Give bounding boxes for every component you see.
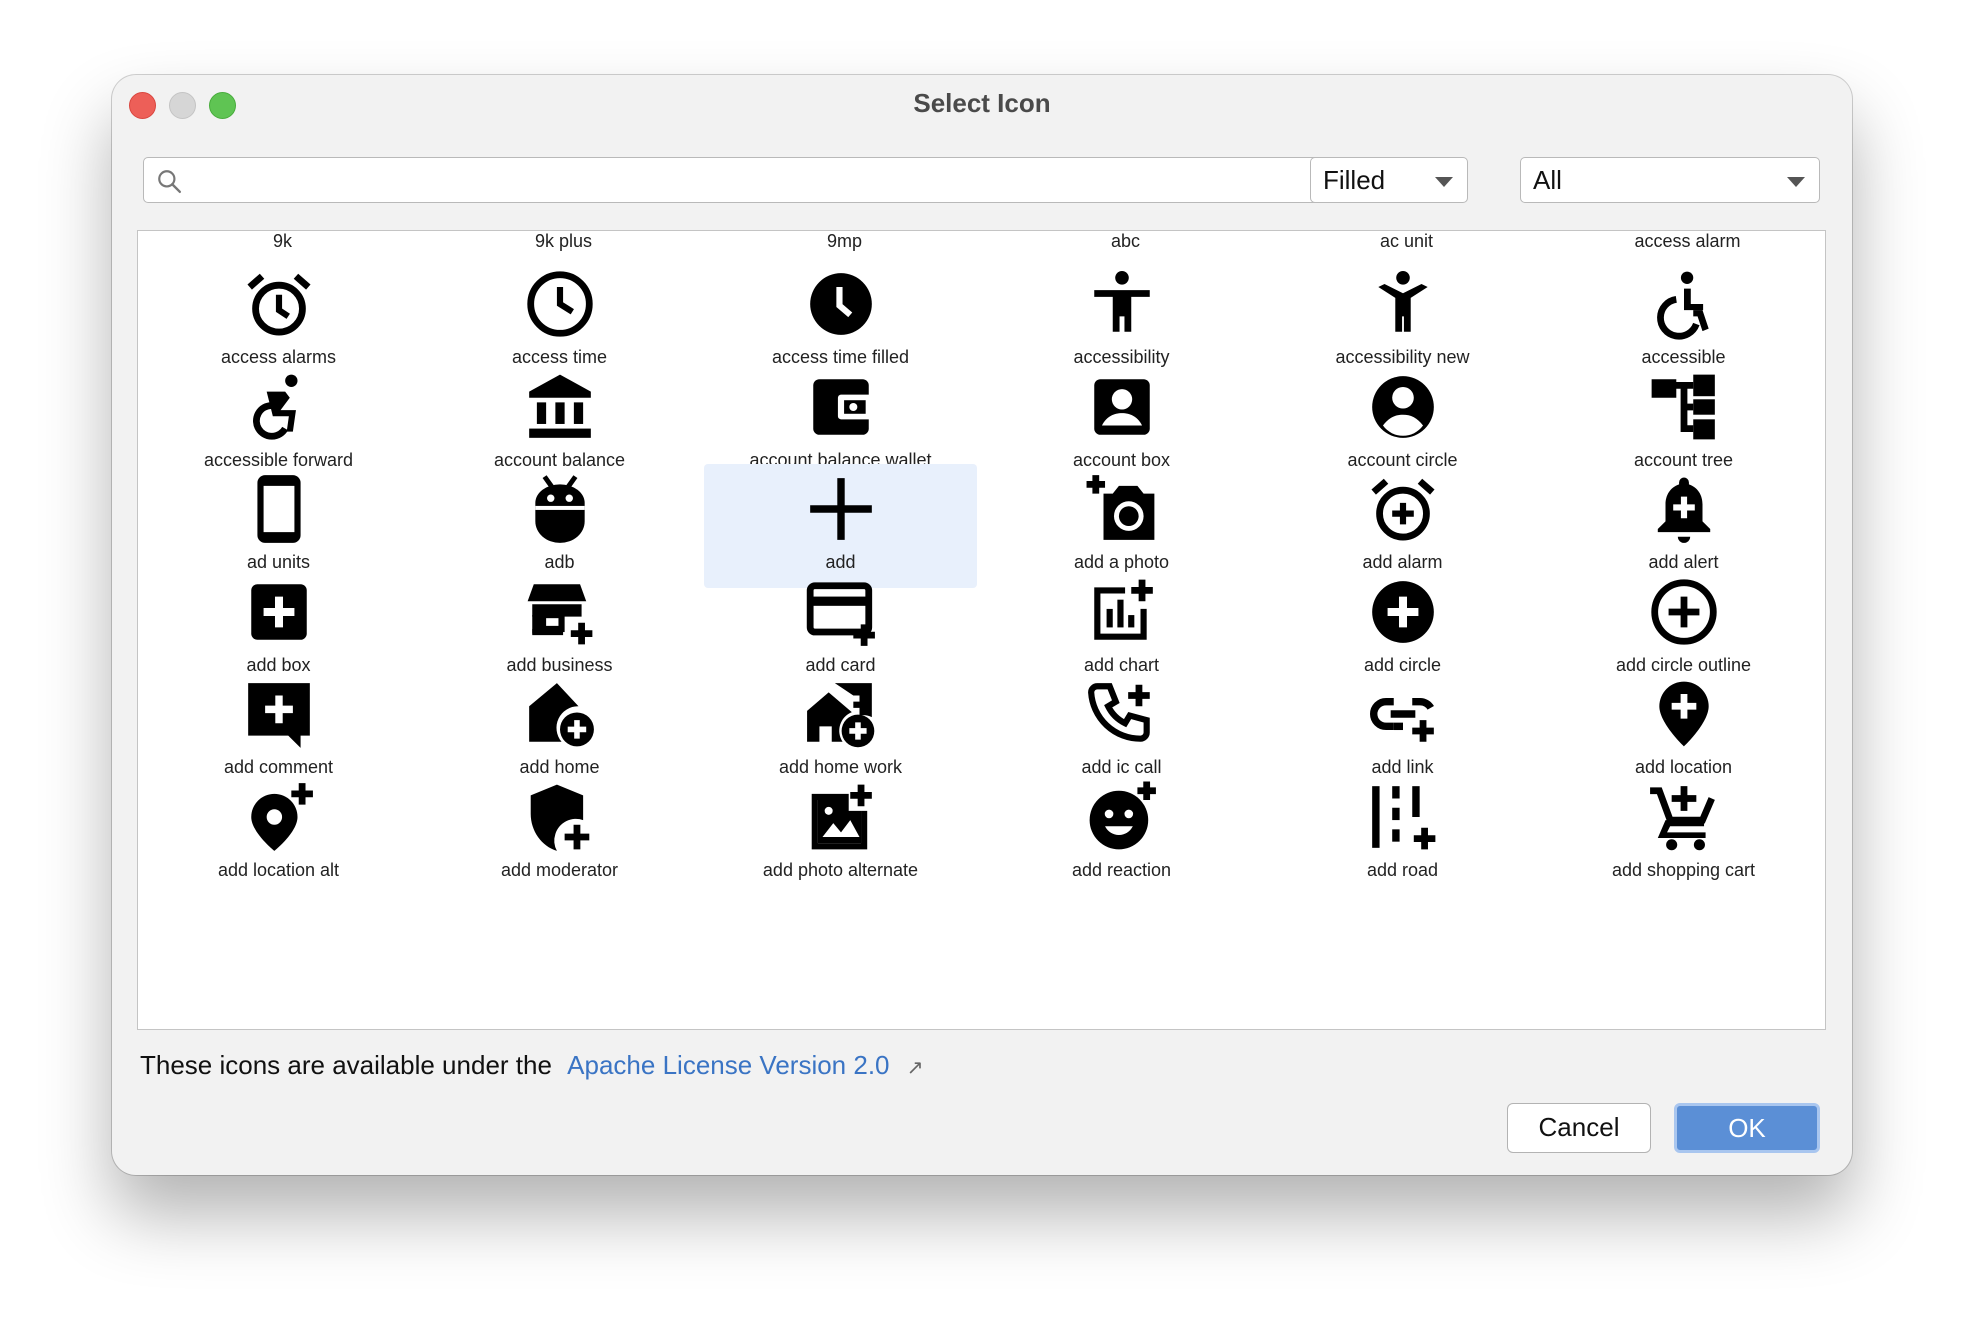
chevron-down-icon [1787,177,1805,187]
ok-button[interactable]: OK [1674,1103,1820,1153]
wallet-icon [804,370,878,444]
style-dropdown[interactable]: Filled [1310,157,1468,203]
partial-row-label: abc [1110,231,1141,251]
icon-cell-add-photo-alternate[interactable]: add photo alternate [704,772,977,896]
wheelchair-forward-icon [242,370,316,444]
cancel-button[interactable]: Cancel [1507,1103,1651,1153]
icon-label: add location alt [217,859,340,880]
accessibility-icon [1085,267,1159,341]
account-box-icon [1085,370,1159,444]
shield-plus-icon [523,780,597,854]
circle-plus-outline-icon [1647,575,1721,649]
icon-label: add moderator [500,859,619,880]
clock-outline-icon [523,267,597,341]
partial-row-label: access alarm [1634,231,1741,251]
style-dropdown-value: Filled [1323,165,1386,195]
reaction-plus-icon [1085,780,1159,854]
partial-row-label: ac unit [1379,231,1434,251]
search-icon [156,168,182,194]
alarm-icon [242,267,316,341]
link-plus-icon [1366,677,1440,751]
bank-icon [523,370,597,444]
cart-plus-icon [1647,780,1721,854]
search-field[interactable] [143,157,1408,203]
circle-plus-icon [1366,575,1440,649]
call-plus-icon [1085,677,1159,751]
location-alt-plus-icon [242,780,316,854]
icon-label: add reaction [1071,859,1172,880]
dialog-title: Select Icon [913,88,1051,118]
select-icon-dialog: Select Icon Filled All 9k 9k plus 9mp abc ac… [112,75,1852,1175]
accessibility-new-icon [1366,267,1440,341]
external-link-icon: ↗ [906,1057,924,1079]
bell-plus-icon [1647,472,1721,546]
icon-grid[interactable]: 9k 9k plus 9mp abc ac unit access alarm acces… [137,230,1826,1030]
tree-icon [1647,370,1721,444]
home-work-plus-icon [804,677,878,751]
icon-label: add road [1366,859,1439,880]
account-circle-icon [1366,370,1440,444]
chevron-down-icon [1435,177,1453,187]
box-plus-icon [242,575,316,649]
phone-icon [242,472,316,546]
category-dropdown-value: All [1533,165,1562,195]
partial-row-label: 9mp [826,231,862,251]
icon-cell-add-reaction[interactable]: add reaction [985,772,1258,896]
partial-row-label: 9k plus [534,231,593,251]
camera-plus-icon [1085,472,1159,546]
comment-plus-icon [242,677,316,751]
search-input[interactable] [194,160,1398,200]
partial-row-labels: 9k 9k plus 9mp abc ac unit access alarm [138,231,1825,259]
store-plus-icon [523,575,597,649]
license-text: These icons are available under the [140,1050,552,1080]
icon-cell-add-location-alt[interactable]: add location alt [142,772,415,896]
road-plus-icon [1366,780,1440,854]
home-plus-icon [523,677,597,751]
partial-row-label: 9k [272,231,292,251]
category-dropdown[interactable]: All [1520,157,1820,203]
android-icon [523,472,597,546]
icon-cell-add-moderator[interactable]: add moderator [423,772,696,896]
title-bar: Select Icon [112,75,1852,133]
card-plus-icon [804,575,878,649]
location-plus-icon [1647,677,1721,751]
icon-cell-add-shopping-cart[interactable]: add shopping cart [1547,772,1820,896]
icon-cell-add-road[interactable]: add road [1266,772,1539,896]
alarm-plus-icon [1366,472,1440,546]
wheelchair-icon [1647,267,1721,341]
chart-plus-icon [1085,575,1159,649]
icon-label: add shopping cart [1611,859,1756,880]
license-notice: These icons are available under the Apac… [140,1050,924,1081]
clock-filled-icon [804,267,878,341]
icon-label: add photo alternate [762,859,919,880]
plus-icon [804,472,878,546]
license-link[interactable]: Apache License Version 2.0 [567,1050,889,1080]
photo-plus-icon [804,780,878,854]
